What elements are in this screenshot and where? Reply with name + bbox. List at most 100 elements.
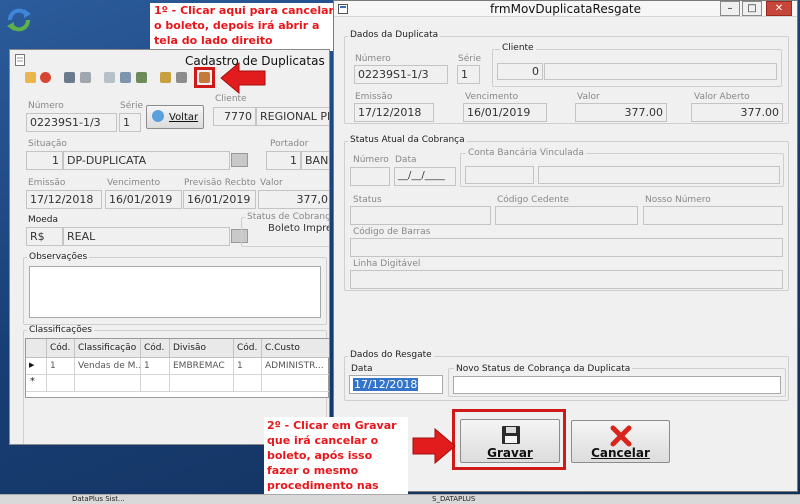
situacao-lookup-icon[interactable] bbox=[231, 153, 248, 167]
print-icon[interactable] bbox=[136, 72, 147, 83]
portador-field[interactable]: BANC bbox=[301, 151, 329, 170]
valor-aberto-field[interactable]: 377.00 bbox=[691, 103, 783, 122]
grid-new-cell[interactable] bbox=[170, 375, 234, 392]
resgate-data-label: Data bbox=[351, 364, 373, 374]
save-icon[interactable] bbox=[64, 72, 75, 83]
valor-field[interactable]: 377,0 bbox=[258, 190, 329, 209]
document-icon bbox=[15, 54, 25, 66]
cancelar-button[interactable]: Cancelar bbox=[571, 420, 670, 463]
serie-field[interactable]: 1 bbox=[119, 113, 141, 132]
grid-header-cod1[interactable]: Cód. bbox=[47, 339, 75, 358]
grid-new-cell[interactable] bbox=[141, 375, 170, 392]
cedente-field[interactable] bbox=[495, 206, 638, 225]
grid-header-divisao[interactable]: Divisão bbox=[170, 339, 234, 358]
emissao-label: Emissão bbox=[355, 92, 393, 102]
gravar-label: Gravar bbox=[487, 446, 533, 460]
nosso-numero-field[interactable] bbox=[643, 206, 783, 225]
refresh-shortcut-icon[interactable] bbox=[4, 6, 34, 34]
grid-new-row-marker: * bbox=[26, 375, 47, 392]
nosso-label: Nosso Número bbox=[645, 195, 711, 205]
close-button[interactable]: ✕ bbox=[766, 1, 792, 16]
conta-label: Conta Bancária Vinculada bbox=[466, 148, 586, 158]
portador-code-field[interactable]: 1 bbox=[266, 151, 301, 170]
classificacoes-grid[interactable]: Cód. Classificação Cód. Divisão Cód. C.C… bbox=[25, 338, 329, 398]
novo-status-label: Novo Status de Cobrança da Duplicata bbox=[454, 364, 633, 374]
cliente-name-field[interactable]: REGIONAL PE bbox=[256, 107, 329, 126]
tools-icon[interactable] bbox=[120, 72, 131, 83]
dados-resgate-title: Dados do Resgate bbox=[348, 350, 434, 360]
gravar-button[interactable]: Gravar bbox=[460, 419, 560, 463]
status-field[interactable] bbox=[350, 206, 491, 225]
cliente-code-field[interactable]: 7770 bbox=[213, 107, 256, 126]
arrow-step-1 bbox=[220, 61, 266, 95]
minimize-button[interactable]: – bbox=[720, 1, 740, 16]
numero-field[interactable]: 02239S1-1/3 bbox=[26, 113, 117, 132]
conta-code-field[interactable] bbox=[465, 166, 534, 184]
grid-cell[interactable]: 1 bbox=[141, 358, 170, 375]
novo-status-field[interactable] bbox=[453, 376, 781, 394]
serie-label: Série bbox=[458, 54, 481, 64]
serie-label: Série bbox=[120, 101, 143, 111]
attach-icon[interactable] bbox=[160, 72, 171, 83]
grid-new-cell[interactable] bbox=[262, 375, 329, 392]
grid-cell[interactable]: ADMINISTR... bbox=[262, 358, 329, 375]
grid-cell[interactable]: 1 bbox=[47, 358, 75, 375]
status-atual-title: Status Atual da Cobrança bbox=[348, 135, 467, 145]
serie-field[interactable]: 1 bbox=[457, 65, 480, 84]
emissao-field[interactable]: 17/12/2018 bbox=[354, 103, 434, 122]
vencimento-label: Vencimento bbox=[107, 178, 161, 188]
grid-new-cell[interactable] bbox=[234, 375, 262, 392]
vencimento-field[interactable]: 16/01/2019 bbox=[105, 190, 182, 209]
situacao-field[interactable]: DP-DUPLICATA bbox=[63, 151, 230, 170]
undo-icon[interactable] bbox=[80, 72, 91, 83]
grid-row-pointer: ▶ bbox=[26, 358, 47, 375]
conta-name-field[interactable] bbox=[538, 166, 780, 184]
emissao-label: Emissão bbox=[28, 178, 66, 188]
red-x-icon bbox=[610, 425, 632, 447]
dados-duplicata-title: Dados da Duplicata bbox=[348, 30, 441, 40]
cliente-name-field[interactable] bbox=[544, 63, 777, 80]
grid-cell[interactable]: 1 bbox=[234, 358, 262, 375]
arrow-step-2 bbox=[412, 427, 456, 465]
codigo-barras-field[interactable] bbox=[350, 238, 783, 257]
taskbar-item-dataplus[interactable]: DataPlus Sist... bbox=[72, 495, 125, 503]
previsao-field[interactable]: 16/01/2019 bbox=[183, 190, 256, 209]
moeda-field[interactable]: REAL bbox=[63, 227, 230, 246]
moeda-code-field[interactable]: R$ bbox=[26, 227, 63, 246]
list-icon[interactable] bbox=[176, 72, 187, 83]
grid-new-cell[interactable] bbox=[75, 375, 141, 392]
maximize-button[interactable]: □ bbox=[742, 1, 762, 16]
search-icon[interactable] bbox=[104, 72, 115, 83]
cedente-label: Código Cedente bbox=[497, 195, 569, 205]
resgate-data-value: 17/12/2018 bbox=[353, 378, 419, 391]
numero-field[interactable]: 02239S1-1/3 bbox=[354, 65, 448, 84]
emissao-field[interactable]: 17/12/2018 bbox=[26, 190, 102, 209]
grid-header-cod2[interactable]: Cód. bbox=[141, 339, 170, 358]
voltar-button[interactable]: Voltar bbox=[146, 105, 204, 129]
numero2-label: Número bbox=[353, 155, 389, 165]
valor-field[interactable]: 377.00 bbox=[575, 103, 667, 122]
grid-header-cod3[interactable]: Cód. bbox=[234, 339, 262, 358]
grid-new-cell[interactable] bbox=[47, 375, 75, 392]
grid-cell[interactable]: EMBREMAC bbox=[170, 358, 234, 375]
linha-digitavel-field[interactable] bbox=[350, 270, 783, 289]
cliente-code-field[interactable]: 0 bbox=[497, 63, 543, 80]
situacao-code-field[interactable]: 1 bbox=[26, 151, 63, 170]
observacoes-textarea[interactable] bbox=[29, 266, 321, 318]
status-label: Status bbox=[353, 195, 382, 205]
previsao-label: Previsão Recbto bbox=[184, 178, 256, 188]
grid-header-ccusto[interactable]: C.Custo bbox=[262, 339, 329, 358]
status-data-field[interactable]: __/__/____ bbox=[394, 167, 456, 186]
cliente-label: Cliente bbox=[500, 43, 536, 53]
grid-cell[interactable]: Vendas de M... bbox=[75, 358, 141, 375]
grid-header-classificacao[interactable]: Classificação bbox=[75, 339, 141, 358]
cancel-boleto-icon[interactable] bbox=[199, 72, 210, 83]
taskbar-item-s-dataplus[interactable]: S_DATAPLUS bbox=[432, 495, 475, 503]
status-numero-field[interactable] bbox=[350, 167, 390, 186]
valor-label: Valor bbox=[577, 92, 600, 102]
annotation-step-2: 2º - Clicar em Gravar que irá cancelar o… bbox=[264, 417, 408, 504]
vencimento-field[interactable]: 16/01/2019 bbox=[463, 103, 547, 122]
resgate-data-input[interactable]: 17/12/2018 bbox=[349, 375, 443, 394]
edit-icon[interactable] bbox=[25, 72, 36, 83]
cancel-icon[interactable] bbox=[40, 72, 51, 83]
